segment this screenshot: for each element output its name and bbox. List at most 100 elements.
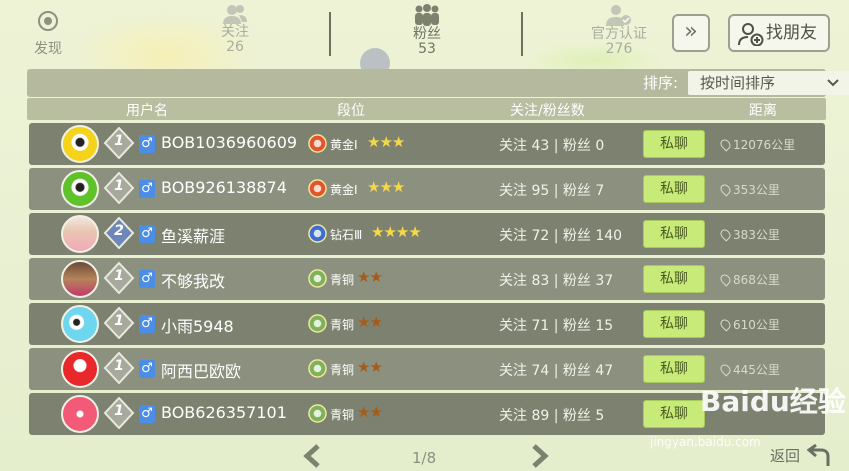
username: 鱼溪薪涯 xyxy=(161,227,226,246)
chevron-left-icon xyxy=(303,444,320,468)
distance-value: 610公里 xyxy=(733,318,780,332)
rank-emblem-icon xyxy=(308,179,327,198)
col-rank: 段位 xyxy=(337,103,365,119)
avatar[interactable] xyxy=(61,125,99,163)
rank-name: 青铜 xyxy=(330,363,355,377)
chevron-right-icon xyxy=(532,444,549,468)
more-button[interactable]: » xyxy=(672,14,710,52)
follow-count: 关注 83 xyxy=(499,273,550,289)
rank-stars: ★★ xyxy=(357,403,383,421)
distance: 610公里 xyxy=(718,316,780,333)
rank-emblem-icon xyxy=(308,224,327,243)
find-friend-button[interactable]: 找朋友 xyxy=(728,14,830,52)
private-chat-button[interactable]: 私聊 xyxy=(643,130,705,158)
follow-count: 关注 43 xyxy=(499,138,550,154)
chevron-down-icon xyxy=(826,71,840,103)
col-username: 用户名 xyxy=(126,103,168,119)
private-chat-button[interactable]: 私聊 xyxy=(643,220,705,248)
watermark-url: jingyan.baidu.com xyxy=(650,435,761,449)
rank-stars: ★★★★ xyxy=(371,223,422,241)
group-icon xyxy=(415,4,439,26)
rank-name: 钻石Ⅲ xyxy=(330,228,363,242)
private-chat-button[interactable]: 私聊 xyxy=(643,400,705,428)
rank-stars: ★★ xyxy=(357,358,383,376)
level-badge: 1 xyxy=(103,396,135,430)
tab-following[interactable]: 关注 26 xyxy=(210,4,260,55)
verified-user-icon xyxy=(606,5,631,26)
male-icon: ♂ xyxy=(139,315,155,333)
follow-fans-counts: 关注 43 | 粉丝 0 xyxy=(499,138,605,154)
level-number: 1 xyxy=(114,178,124,194)
sort-label: 排序: xyxy=(643,74,679,92)
rank-stars: ★★★ xyxy=(367,178,405,196)
follow-count: 关注 72 xyxy=(499,228,550,244)
avatar[interactable] xyxy=(61,350,99,388)
level-badge: 1 xyxy=(103,171,135,205)
table-row[interactable]: 1 ♂ 小雨5948 青铜 ★★ 关注 71 | 粉丝 15 私聊 610公里 xyxy=(29,303,825,345)
rank-name: 青铜 xyxy=(330,273,355,287)
fans-count: 粉丝 7 xyxy=(562,183,605,199)
fans-count: 粉丝 47 xyxy=(562,363,614,379)
table-row[interactable]: 1 ♂ BOB1036960609 黄金Ⅰ ★★★ 关注 43 | 粉丝 0 私聊 12076… xyxy=(29,123,825,165)
rank-emblem-icon xyxy=(308,269,327,288)
find-friend-label: 找朋友 xyxy=(766,23,817,43)
sort-bar: 排序: 按时间排序 xyxy=(27,69,849,97)
private-chat-button[interactable]: 私聊 xyxy=(643,265,705,293)
username: BOB926138874 xyxy=(161,178,287,197)
tab-official[interactable]: 官方认证 276 xyxy=(586,4,652,57)
avatar[interactable] xyxy=(61,260,99,298)
follow-fans-counts: 关注 95 | 粉丝 7 xyxy=(499,183,605,199)
next-page-button[interactable] xyxy=(528,444,550,468)
username: BOB626357101 xyxy=(161,403,287,422)
tab-fans[interactable]: 粉丝 53 xyxy=(405,4,449,57)
avatar[interactable] xyxy=(61,215,99,253)
page-indicator: 1/8 xyxy=(412,449,437,467)
prev-page-button[interactable] xyxy=(302,444,324,468)
watermark-logo: Baidu经验 xyxy=(700,385,846,418)
table-row[interactable]: 2 ♂ 鱼溪薪涯 钻石Ⅲ ★★★★ 关注 72 | 粉丝 140 私聊 383公里 xyxy=(29,213,825,255)
sort-dropdown[interactable]: 按时间排序 xyxy=(688,71,849,95)
users-icon xyxy=(223,5,247,24)
rank-emblem-icon xyxy=(308,314,327,333)
tab-official-label: 官方认证 xyxy=(591,26,647,42)
location-pin-icon xyxy=(718,182,733,197)
tab-following-label: 关注 xyxy=(221,24,249,40)
top-nav: 发现 关注 26 粉丝 53 官方认证 276 » 找朋友 xyxy=(0,0,849,66)
back-arrow-icon[interactable] xyxy=(806,444,832,468)
rank-name: 黄金Ⅰ xyxy=(330,183,358,197)
avatar[interactable] xyxy=(61,395,99,433)
distance-value: 445公里 xyxy=(733,363,780,377)
tab-fans-label: 粉丝 xyxy=(413,26,441,42)
back-button[interactable]: 返回 xyxy=(770,445,800,466)
rank-name: 青铜 xyxy=(330,408,355,422)
fans-count: 粉丝 0 xyxy=(562,138,605,154)
level-badge: 1 xyxy=(103,306,135,340)
follow-count: 关注 74 xyxy=(499,363,550,379)
private-chat-button[interactable]: 私聊 xyxy=(643,310,705,338)
table-row[interactable]: 1 ♂ BOB926138874 黄金Ⅰ ★★★ 关注 95 | 粉丝 7 私聊 353公里 xyxy=(29,168,825,210)
fans-count: 粉丝 15 xyxy=(562,318,614,334)
private-chat-button[interactable]: 私聊 xyxy=(643,355,705,383)
level-badge: 1 xyxy=(103,351,135,385)
level-number: 2 xyxy=(114,223,124,239)
discover-button[interactable]: 发现 xyxy=(26,10,70,58)
distance: 868公里 xyxy=(718,271,780,288)
avatar[interactable] xyxy=(61,170,99,208)
male-icon: ♂ xyxy=(139,405,155,423)
follow-count: 关注 71 xyxy=(499,318,550,334)
table-row[interactable]: 1 ♂ 不够我改 青铜 ★★ 关注 83 | 粉丝 37 私聊 868公里 xyxy=(29,258,825,300)
location-pin-icon xyxy=(718,137,733,152)
divider xyxy=(329,12,331,56)
level-number: 1 xyxy=(114,268,124,284)
follow-fans-counts: 关注 72 | 粉丝 140 xyxy=(499,228,623,244)
eye-icon xyxy=(38,11,58,31)
follow-fans-counts: 关注 89 | 粉丝 5 xyxy=(499,408,605,424)
distance-value: 353公里 xyxy=(733,183,780,197)
private-chat-button[interactable]: 私聊 xyxy=(643,175,705,203)
follow-count: 关注 89 xyxy=(499,408,550,424)
rank-emblem-icon xyxy=(308,359,327,378)
distance-value: 383公里 xyxy=(733,228,780,242)
avatar[interactable] xyxy=(61,305,99,343)
table-header: 用户名 段位 关注/粉丝数 距离 xyxy=(27,98,826,120)
level-number: 1 xyxy=(114,313,124,329)
